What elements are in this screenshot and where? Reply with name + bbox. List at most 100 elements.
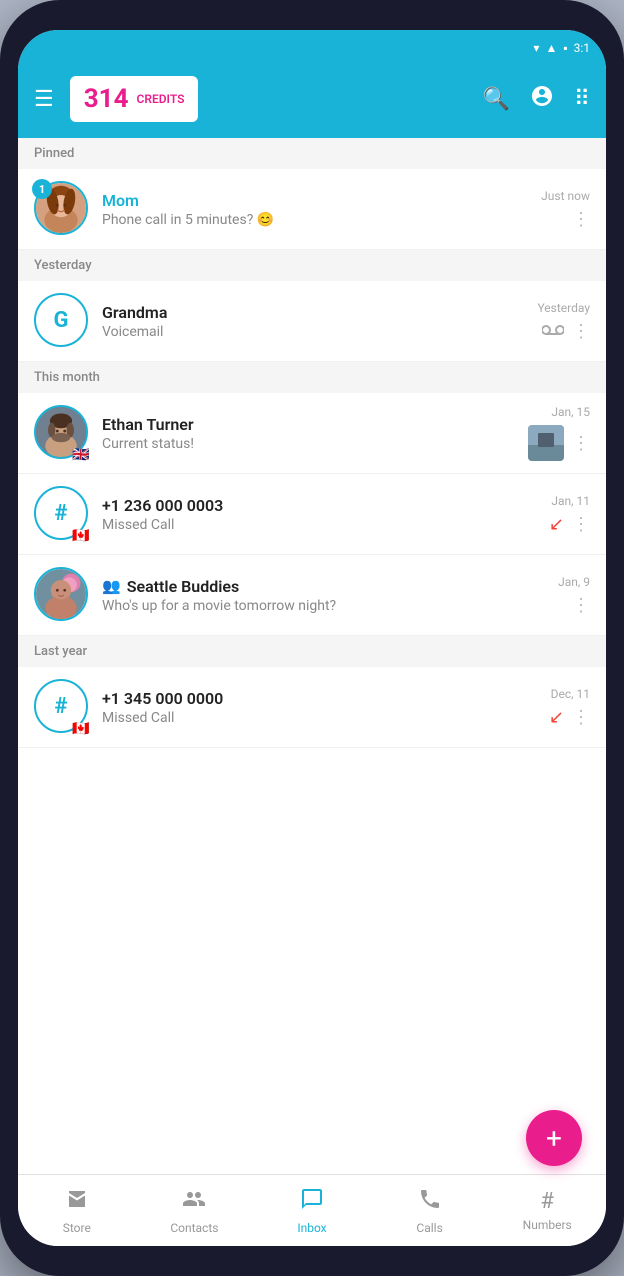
conv-preview-grandma: Voicemail — [102, 324, 525, 340]
nav-inbox[interactable]: Inbox — [253, 1175, 371, 1246]
inbox-nav-icon — [300, 1187, 324, 1217]
avatar-wrap-grandma: G — [34, 293, 90, 349]
group-icon: 👥 — [102, 577, 121, 595]
thumbnail-ethan — [528, 425, 564, 461]
signal-icon: ▲ — [545, 41, 557, 55]
conv-meta-phone1: Jan, 11 ↙ ⋮ — [549, 494, 590, 535]
credits-number: 314 — [84, 84, 129, 114]
conv-name-grandma: Grandma — [102, 303, 525, 322]
section-last-year: Last year — [18, 636, 606, 667]
avatar-wrap-mom: 1 — [34, 181, 90, 237]
unread-badge-mom: 1 — [32, 179, 52, 199]
conv-name-phone2: +1 345 000 0000 — [102, 689, 537, 708]
phone-shell: ▾ ▲ ▪ 3:1 ☰ 314 CREDITS 🔍 — [0, 0, 624, 1276]
nav-store-label: Store — [63, 1221, 91, 1235]
missed-call-icon-2: ↙ — [549, 707, 564, 728]
nav-contacts-label: Contacts — [170, 1221, 218, 1235]
conv-preview-seattle: Who's up for a movie tomorrow night? — [102, 598, 546, 614]
conv-meta-seattle: Jan, 9 ⋮ — [558, 575, 590, 616]
conv-meta-grandma: Yesterday ⋮ — [537, 301, 590, 342]
conv-actions-phone2: ↙ ⋮ — [549, 707, 590, 728]
compose-fab[interactable]: + — [526, 1110, 582, 1166]
conv-info-grandma: Grandma Voicemail — [90, 303, 537, 340]
status-icons: ▾ ▲ ▪ 3:1 — [533, 41, 590, 55]
store-icon — [65, 1187, 89, 1217]
conv-time-phone2: Dec, 11 — [551, 687, 590, 701]
conv-info-phone1: +1 236 000 0003 Missed Call — [90, 496, 549, 533]
conv-preview-mom: Phone call in 5 minutes? 😊 — [102, 212, 529, 228]
nav-inbox-label: Inbox — [297, 1221, 326, 1235]
conv-info-ethan: Ethan Turner Current status! — [90, 415, 528, 452]
avatar-wrap-seattle — [34, 567, 90, 623]
battery-icon: ▪ — [563, 41, 567, 55]
more-options-seattle[interactable]: ⋮ — [572, 595, 590, 616]
conv-info-phone2: +1 345 000 0000 Missed Call — [90, 689, 549, 726]
search-icon[interactable]: 🔍 — [482, 87, 509, 112]
section-pinned: Pinned — [18, 138, 606, 169]
contacts-nav-icon — [182, 1187, 206, 1217]
avatar-wrap-phone2: # 🇨🇦 — [34, 679, 90, 735]
conv-name-seattle: 👥 Seattle Buddies — [102, 577, 546, 596]
conv-actions-phone1: ↙ ⋮ — [549, 514, 590, 535]
conv-item-mom[interactable]: 1 Mom Phone call in 5 minutes? 😊 Just no… — [18, 169, 606, 250]
keypad-icon[interactable]: ⠿ — [574, 87, 590, 112]
section-yesterday: Yesterday — [18, 250, 606, 281]
nav-numbers[interactable]: # Numbers — [488, 1175, 606, 1246]
conv-name-mom: Mom — [102, 191, 529, 210]
avatar-wrap-phone1: # 🇨🇦 — [34, 486, 90, 542]
more-options-phone1[interactable]: ⋮ — [572, 514, 590, 535]
conv-info-seattle: 👥 Seattle Buddies Who's up for a movie t… — [90, 577, 558, 614]
nav-contacts[interactable]: Contacts — [136, 1175, 254, 1246]
app-header: ☰ 314 CREDITS 🔍 ⠿ — [18, 66, 606, 138]
more-options-mom[interactable]: ⋮ — [572, 209, 590, 230]
conv-item-phone1[interactable]: # 🇨🇦 +1 236 000 0003 Missed Call Jan, 11… — [18, 474, 606, 555]
nav-calls-label: Calls — [416, 1221, 442, 1235]
conv-preview-ethan: Current status! — [102, 436, 516, 452]
avatar-wrap-ethan: 🇬🇧 — [34, 405, 90, 461]
conv-meta-phone2: Dec, 11 ↙ ⋮ — [549, 687, 590, 728]
avatar-seattle — [34, 567, 88, 621]
section-this-month: This month — [18, 362, 606, 393]
conv-item-grandma[interactable]: G Grandma Voicemail Yesterday — [18, 281, 606, 362]
wifi-icon: ▾ — [533, 41, 539, 55]
conv-actions-ethan: ⋮ — [528, 425, 590, 461]
conv-info-mom: Mom Phone call in 5 minutes? 😊 — [90, 191, 541, 228]
menu-button[interactable]: ☰ — [34, 87, 54, 112]
conv-item-phone2[interactable]: # 🇨🇦 +1 345 000 0000 Missed Call Dec, 11… — [18, 667, 606, 748]
nav-store[interactable]: Store — [18, 1175, 136, 1246]
content-area: Pinned — [18, 138, 606, 1174]
conv-preview-phone2: Missed Call — [102, 710, 537, 726]
more-options-ethan[interactable]: ⋮ — [572, 433, 590, 454]
more-options-grandma[interactable]: ⋮ — [572, 321, 590, 342]
calls-nav-icon — [418, 1187, 442, 1217]
conv-time-grandma: Yesterday — [537, 301, 590, 315]
conv-item-ethan[interactable]: 🇬🇧 Ethan Turner Current status! Jan, 15 — [18, 393, 606, 474]
contacts-icon[interactable] — [530, 84, 554, 114]
missed-call-icon-1: ↙ — [549, 514, 564, 535]
more-options-phone2[interactable]: ⋮ — [572, 707, 590, 728]
phone-screen: ▾ ▲ ▪ 3:1 ☰ 314 CREDITS 🔍 — [18, 30, 606, 1246]
conv-item-seattle[interactable]: 👥 Seattle Buddies Who's up for a movie t… — [18, 555, 606, 636]
header-left: ☰ 314 CREDITS — [34, 76, 198, 122]
numbers-nav-icon: # — [540, 1189, 554, 1214]
credits-label: CREDITS — [137, 92, 185, 106]
credits-badge[interactable]: 314 CREDITS — [70, 76, 199, 122]
conv-time-mom: Just now — [541, 189, 590, 203]
nav-calls[interactable]: Calls — [371, 1175, 489, 1246]
bottom-nav: Store Contacts Inbox — [18, 1174, 606, 1246]
header-right: 🔍 ⠿ — [482, 84, 590, 114]
conv-preview-phone1: Missed Call — [102, 517, 537, 533]
conv-actions-grandma: ⋮ — [542, 321, 590, 342]
conv-time-phone1: Jan, 11 — [551, 494, 590, 508]
flag-phone1: 🇨🇦 — [72, 528, 92, 542]
avatar-grandma: G — [34, 293, 88, 347]
conv-meta-ethan: Jan, 15 ⋮ — [528, 405, 590, 461]
status-bar: ▾ ▲ ▪ 3:1 — [18, 30, 606, 66]
conv-time-seattle: Jan, 9 — [558, 575, 590, 589]
flag-phone2: 🇨🇦 — [72, 721, 92, 735]
conv-meta-mom: Just now ⋮ — [541, 189, 590, 230]
nav-numbers-label: Numbers — [523, 1218, 572, 1232]
conv-name-ethan: Ethan Turner — [102, 415, 516, 434]
conv-name-phone1: +1 236 000 0003 — [102, 496, 537, 515]
time-display: 3:1 — [574, 41, 590, 55]
